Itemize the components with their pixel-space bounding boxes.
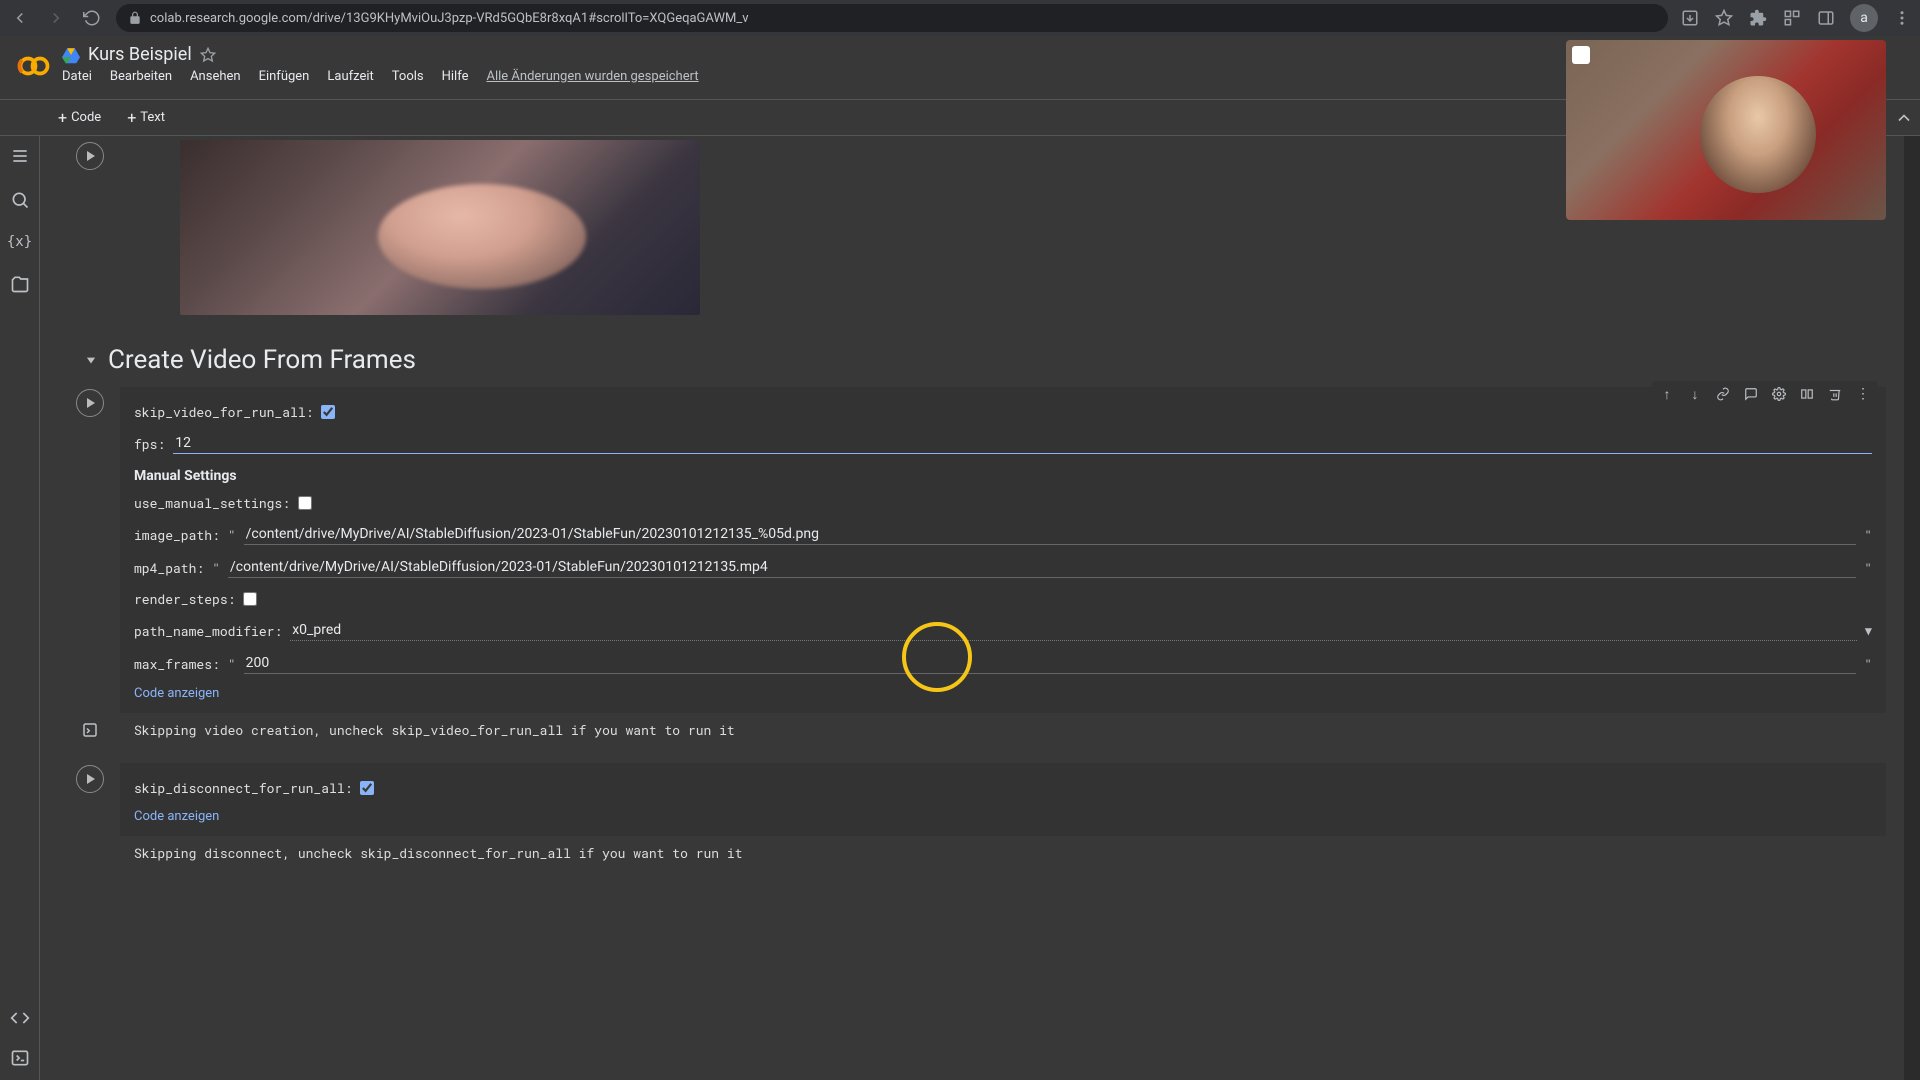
menu-insert[interactable]: Einfügen	[259, 69, 310, 84]
avatar-initial: a	[1860, 10, 1868, 26]
delete-icon[interactable]	[1826, 385, 1844, 403]
quote: "	[1864, 655, 1872, 673]
path-name-modifier-label: path_name_modifier:	[134, 622, 282, 640]
terminal-icon[interactable]	[10, 1048, 30, 1068]
skip-disconnect-label: skip_disconnect_for_run_all:	[134, 779, 352, 797]
left-rail: {x}	[0, 136, 40, 1080]
output-text: Skipping video creation, uncheck skip_vi…	[120, 717, 1886, 759]
menu-icon[interactable]	[1892, 8, 1912, 28]
quote: "	[228, 655, 236, 673]
webcam-control-icon	[1572, 46, 1590, 64]
fps-input[interactable]	[173, 433, 1872, 454]
url-text: colab.research.google.com/drive/13G9KHyM…	[150, 11, 749, 26]
link-icon[interactable]	[1714, 385, 1732, 403]
use-manual-label: use_manual_settings:	[134, 494, 290, 512]
fps-label: fps:	[134, 435, 165, 453]
image-path-label: image_path:	[134, 526, 220, 544]
menu-view[interactable]: Ansehen	[190, 69, 241, 84]
chevron-down-icon[interactable]: ▼	[1865, 623, 1872, 639]
move-up-icon[interactable]: ↑	[1658, 385, 1676, 403]
menu-tools[interactable]: Tools	[392, 69, 424, 84]
manual-settings-header: Manual Settings	[134, 460, 1872, 488]
colab-logo-icon[interactable]	[16, 48, 52, 84]
add-code-label: Code	[71, 110, 101, 125]
menu-runtime[interactable]: Laufzeit	[327, 69, 373, 84]
collapse-section-icon[interactable]	[84, 353, 98, 367]
max-frames-label: max_frames:	[134, 655, 220, 673]
side-panel-icon[interactable]	[1816, 8, 1836, 28]
skip-video-label: skip_video_for_run_all:	[134, 403, 313, 421]
account-icon[interactable]	[1782, 8, 1802, 28]
run-button[interactable]	[76, 389, 104, 417]
more-icon[interactable]: ⋮	[1854, 385, 1872, 403]
run-button[interactable]	[76, 142, 104, 170]
star-icon[interactable]	[1714, 8, 1734, 28]
lock-icon	[128, 11, 142, 25]
skip-disconnect-checkbox[interactable]	[360, 781, 374, 795]
add-code-button[interactable]: +Code	[48, 106, 111, 129]
mp4-path-input[interactable]	[228, 557, 1856, 578]
cell-body: ↑ ↓ ⋮ skip_video_for_run_all:	[120, 387, 1886, 713]
add-text-button[interactable]: +Text	[117, 106, 175, 129]
use-manual-checkbox[interactable]	[298, 496, 312, 510]
output-icon[interactable]	[60, 717, 120, 759]
output-image	[180, 140, 700, 315]
section-title: Create Video From Frames	[108, 345, 416, 375]
path-name-modifier-select[interactable]: x0_pred	[290, 620, 1857, 641]
files-icon[interactable]	[10, 274, 30, 294]
notebook-title[interactable]: Kurs Beispiel	[88, 44, 192, 65]
back-button[interactable]	[8, 6, 32, 30]
render-steps-checkbox[interactable]	[243, 592, 257, 606]
drive-icon	[62, 46, 80, 64]
chrome-icons: a	[1680, 4, 1912, 32]
show-code-link[interactable]: Code anzeigen	[134, 680, 1872, 703]
quote: "	[1864, 526, 1872, 544]
video-form-cell: ↑ ↓ ⋮ skip_video_for_run_all:	[60, 387, 1886, 713]
image-path-input[interactable]	[244, 524, 1857, 545]
code-icon[interactable]	[10, 1008, 30, 1028]
move-down-icon[interactable]: ↓	[1686, 385, 1704, 403]
menu-edit[interactable]: Bearbeiten	[110, 69, 172, 84]
scrollbar[interactable]	[1904, 136, 1920, 1080]
reload-button[interactable]	[80, 6, 104, 30]
add-text-label: Text	[140, 110, 165, 125]
output-text: Skipping disconnect, uncheck skip_discon…	[120, 840, 1886, 882]
menu-file[interactable]: Datei	[62, 69, 92, 84]
extensions-icon[interactable]	[1748, 8, 1768, 28]
quote: "	[212, 559, 220, 577]
cell-body: skip_disconnect_for_run_all: Code anzeig…	[120, 763, 1886, 836]
quote: "	[228, 526, 236, 544]
webcam-overlay	[1566, 40, 1886, 220]
star-outline-icon[interactable]	[200, 47, 216, 63]
cell-toolbar: ↑ ↓ ⋮	[1652, 381, 1878, 407]
run-button[interactable]	[76, 765, 104, 793]
notebook-content[interactable]: Create Video From Frames ↑ ↓ ⋮	[40, 136, 1904, 1080]
disconnect-form-cell: skip_disconnect_for_run_all: Code anzeig…	[60, 763, 1886, 836]
forward-button[interactable]	[44, 6, 68, 30]
save-status[interactable]: Alle Änderungen wurden gespeichert	[486, 69, 698, 84]
output-row: Skipping video creation, uncheck skip_vi…	[60, 717, 1886, 759]
settings-icon[interactable]	[1770, 385, 1788, 403]
toc-icon[interactable]	[10, 146, 30, 166]
menu-help[interactable]: Hilfe	[442, 69, 469, 84]
max-frames-input[interactable]	[244, 653, 1857, 674]
search-icon[interactable]	[10, 190, 30, 210]
variables-icon[interactable]: {x}	[7, 234, 32, 250]
profile-avatar[interactable]: a	[1850, 4, 1878, 32]
install-icon[interactable]	[1680, 8, 1700, 28]
show-code-link[interactable]: Code anzeigen	[134, 803, 1872, 826]
render-steps-label: render_steps:	[134, 590, 235, 608]
skip-video-checkbox[interactable]	[321, 405, 335, 419]
quote: "	[1864, 559, 1872, 577]
mp4-path-label: mp4_path:	[134, 559, 204, 577]
output-row: Skipping disconnect, uncheck skip_discon…	[60, 840, 1886, 882]
browser-chrome: colab.research.google.com/drive/13G9KHyM…	[0, 0, 1920, 36]
collapse-header-icon[interactable]	[1894, 108, 1914, 128]
url-bar[interactable]: colab.research.google.com/drive/13G9KHyM…	[116, 4, 1668, 32]
comment-icon[interactable]	[1742, 385, 1760, 403]
mirror-icon[interactable]	[1798, 385, 1816, 403]
